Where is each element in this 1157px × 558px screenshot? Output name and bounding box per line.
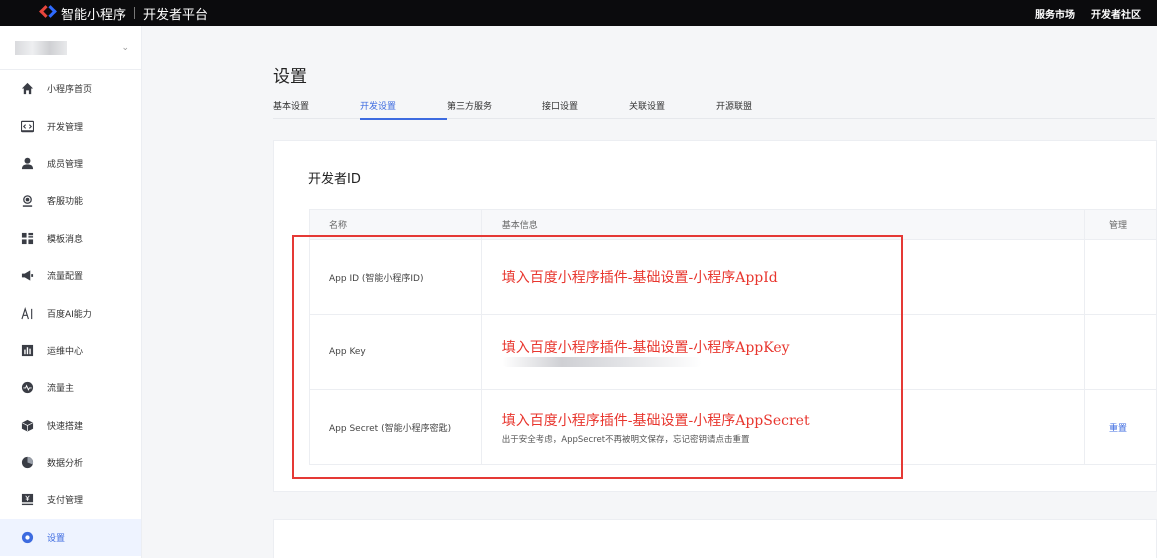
row-name-app-id: App ID (智能小程序ID) [309, 239, 482, 315]
tab-open-source-alliance[interactable]: 开源联盟 [716, 99, 796, 119]
sidebar-item-label: 支付管理 [47, 496, 84, 507]
account-name-redacted [15, 40, 67, 55]
page-title: 设置 [273, 67, 307, 87]
table-row: App Secret (智能小程序密匙) 填入百度小程序插件-基础设置-小程序A… [309, 389, 1157, 465]
column-header-name: 名称 [309, 209, 482, 240]
annotation-app-id: 填入百度小程序插件-基础设置-小程序AppId [501, 270, 778, 286]
section-title: 开发者ID [308, 172, 361, 187]
secret-security-note: 出于安全考虑，AppSecret不再被明文保存，忘记密钥请点击重置 [501, 434, 750, 445]
brand-logo-icon [39, 5, 57, 21]
code-icon [20, 119, 34, 133]
row-info-app-id: 填入百度小程序插件-基础设置-小程序AppId [480, 239, 1086, 315]
reset-secret-link[interactable]: 重置 [1109, 424, 1127, 434]
table-row: App ID (智能小程序ID) 填入百度小程序插件-基础设置-小程序AppId [309, 239, 1157, 315]
annotation-app-secret: 填入百度小程序插件-基础设置-小程序AppSecret [501, 412, 810, 429]
bar-chart-icon [20, 343, 34, 357]
annotation-app-key: 填入百度小程序插件-基础设置-小程序AppKey [501, 339, 790, 356]
next-section-card [273, 519, 1157, 558]
sidebar: ⌄ 小程序首页 开发管理 成员管理 客服功能 模板消息 流量配置 百度AI能力 … [0, 26, 142, 558]
brand-divider [134, 7, 136, 19]
megaphone-icon [20, 269, 34, 283]
sidebar-item-ops-center[interactable]: 运维中心 [0, 332, 141, 369]
sidebar-item-label: 成员管理 [47, 159, 84, 170]
sidebar-item-label: 模板消息 [47, 234, 84, 245]
payment-icon [20, 493, 34, 507]
sidebar-item-label: 开发管理 [47, 122, 84, 133]
developer-id-card: 开发者ID 名称 基本信息 管理 App ID (智能小程序ID) 填入百度小程… [273, 140, 1157, 492]
sidebar-item-template-messages[interactable]: 模板消息 [0, 220, 141, 257]
app-key-redacted [501, 356, 702, 367]
ai-icon [20, 306, 34, 320]
table-header-row: 名称 基本信息 管理 [309, 209, 1157, 240]
tab-dev-settings[interactable]: 开发设置 [360, 99, 447, 120]
column-header-info: 基本信息 [480, 209, 1086, 240]
gear-icon [20, 530, 34, 544]
pulse-icon [20, 381, 34, 395]
sidebar-item-label: 流量配置 [47, 272, 84, 283]
row-name-app-key: App Key [309, 314, 482, 390]
pie-icon [20, 456, 34, 470]
sidebar-item-label: 快速搭建 [47, 421, 84, 432]
home-icon [20, 82, 34, 96]
user-icon [20, 156, 34, 170]
grid-icon [20, 231, 34, 245]
sidebar-item-customer-service[interactable]: 客服功能 [0, 182, 141, 219]
brand-name: 智能小程序 [61, 7, 127, 23]
settings-tabs: 基本设置 开发设置 第三方服务 接口设置 关联设置 开源联盟 [273, 99, 1155, 120]
tab-third-party-services[interactable]: 第三方服务 [447, 99, 542, 119]
sidebar-item-label: 客服功能 [47, 197, 84, 208]
sidebar-item-settings[interactable]: 设置 [0, 518, 141, 557]
row-action-app-id [1084, 239, 1157, 315]
sidebar-item-label: 小程序首页 [47, 85, 93, 96]
table-row: App Key 填入百度小程序插件-基础设置-小程序AppKey [309, 314, 1157, 390]
sidebar-item-quick-build[interactable]: 快速搭建 [0, 407, 141, 444]
sidebar-item-label: 运维中心 [47, 346, 84, 357]
logo[interactable]: 智能小程序 开发者平台 [39, 4, 209, 23]
row-name-app-secret: App Secret (智能小程序密匙) [309, 389, 482, 465]
sidebar-item-dev-management[interactable]: 开发管理 [0, 107, 141, 144]
sidebar-item-baidu-ai[interactable]: 百度AI能力 [0, 294, 141, 331]
top-nav: 服务市场 开发者社区 [1035, 6, 1157, 21]
sidebar-item-traffic-owner[interactable]: 流量主 [0, 369, 141, 406]
tab-association-settings[interactable]: 关联设置 [629, 99, 716, 119]
column-header-manage: 管理 [1084, 209, 1157, 240]
tab-basic-settings[interactable]: 基本设置 [273, 99, 360, 119]
sidebar-item-label: 百度AI能力 [47, 309, 92, 320]
sidebar-item-home[interactable]: 小程序首页 [0, 70, 141, 107]
sidebar-item-label: 流量主 [47, 384, 75, 395]
row-action-app-key [1084, 314, 1157, 390]
nav-service-market[interactable]: 服务市场 [1035, 6, 1075, 21]
cube-icon [20, 418, 34, 432]
sidebar-item-data-analysis[interactable]: 数据分析 [0, 444, 141, 481]
top-bar: 智能小程序 开发者平台 服务市场 开发者社区 [0, 0, 1157, 26]
row-info-app-key: 填入百度小程序插件-基础设置-小程序AppKey [480, 314, 1086, 390]
account-switcher[interactable]: ⌄ [0, 26, 141, 70]
sidebar-item-label: 设置 [47, 533, 66, 544]
sidebar-item-label: 数据分析 [47, 459, 84, 470]
sidebar-item-members[interactable]: 成员管理 [0, 145, 141, 182]
sidebar-item-traffic-config[interactable]: 流量配置 [0, 257, 141, 294]
row-action-app-secret: 重置 [1084, 389, 1157, 465]
tab-api-settings[interactable]: 接口设置 [542, 99, 629, 119]
headset-icon [20, 194, 34, 208]
developer-id-table: 名称 基本信息 管理 App ID (智能小程序ID) 填入百度小程序插件-基础… [309, 209, 1157, 465]
row-info-app-secret: 填入百度小程序插件-基础设置-小程序AppSecret 出于安全考虑，AppSe… [480, 389, 1086, 465]
platform-name: 开发者平台 [143, 7, 209, 23]
nav-developer-community[interactable]: 开发者社区 [1091, 6, 1141, 21]
chevron-down-icon: ⌄ [121, 42, 129, 53]
sidebar-item-payment[interactable]: 支付管理 [0, 481, 141, 518]
